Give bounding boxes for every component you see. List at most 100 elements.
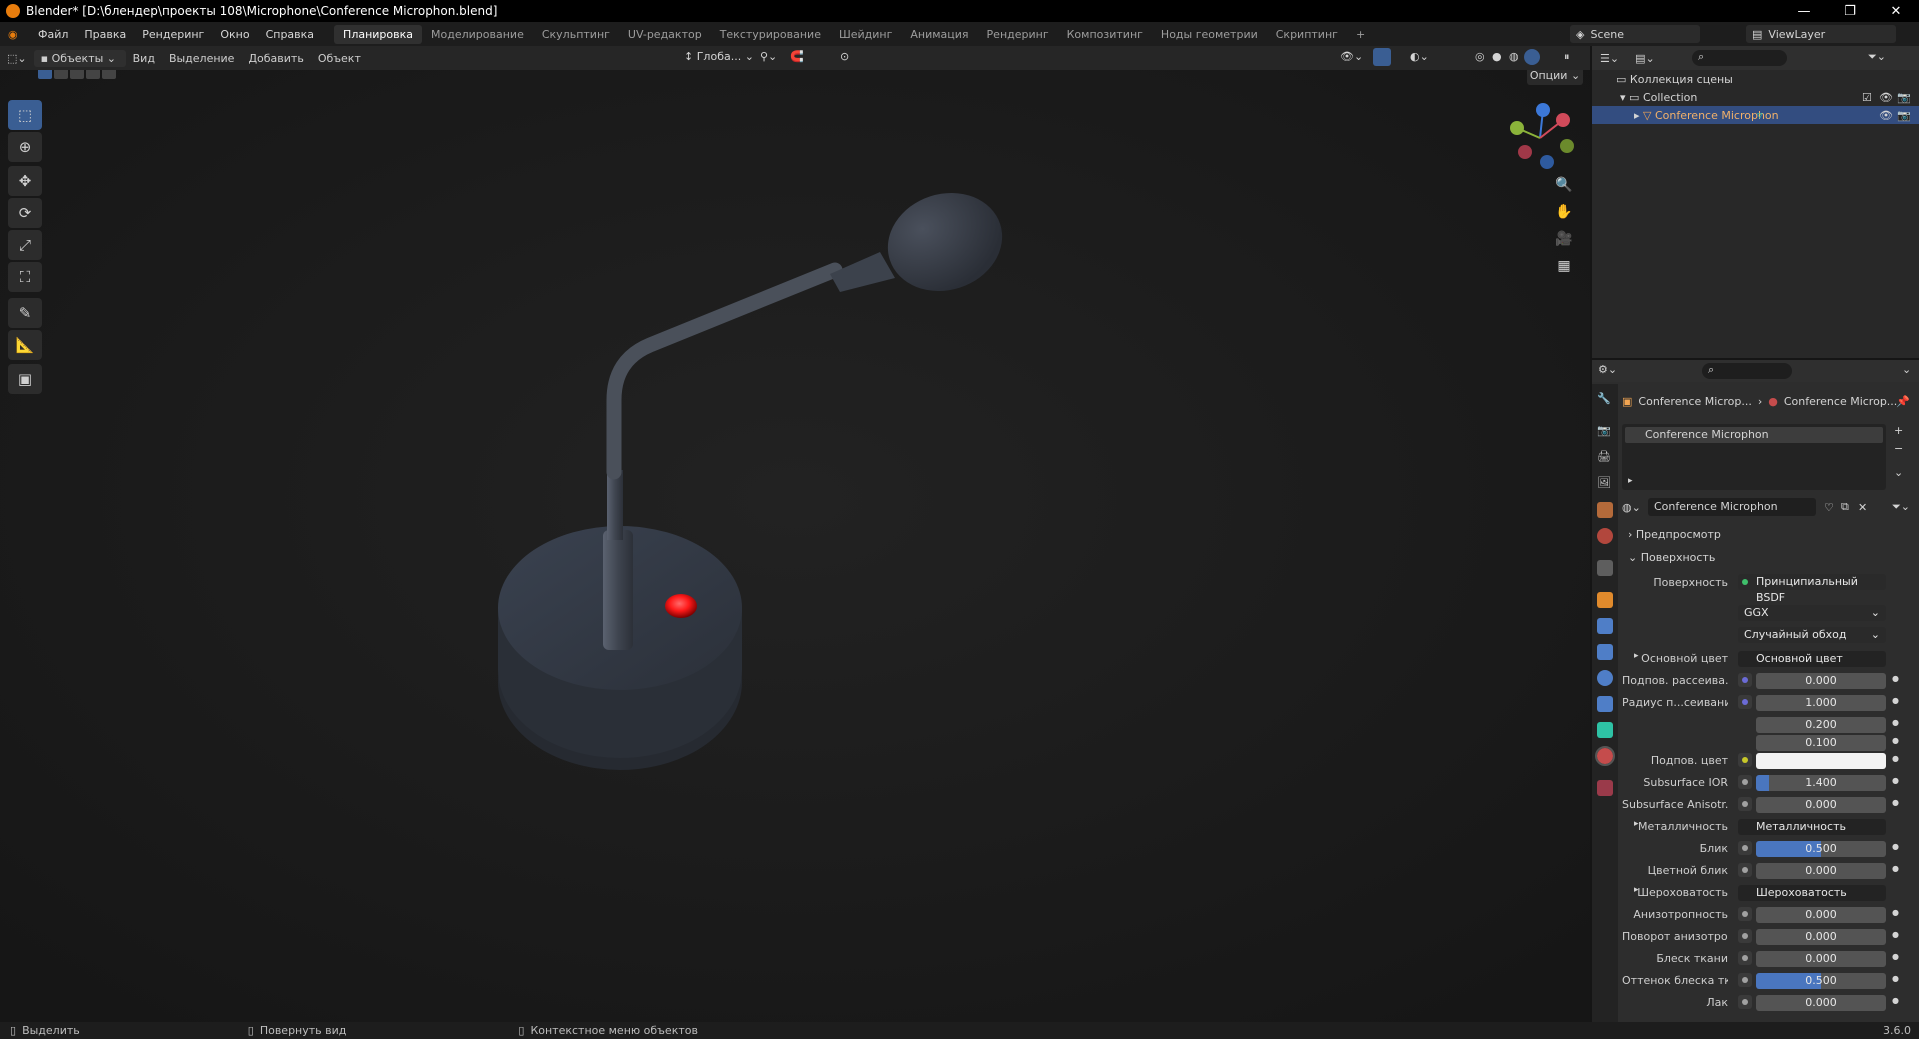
scene-tab-icon[interactable] bbox=[1597, 502, 1613, 518]
camera-view-icon[interactable]: 🎥 bbox=[1552, 227, 1576, 251]
keyframe-dot-icon[interactable]: ● bbox=[1892, 908, 1899, 917]
outliner-row-object[interactable]: ▸ ▽ Conference Microphon ▿ 👁 📷 bbox=[1592, 106, 1919, 124]
outliner-row-collection[interactable]: ▾ ▭ Collection ☑ 👁 📷 bbox=[1592, 88, 1919, 106]
eye-icon[interactable]: 👁 bbox=[1879, 91, 1893, 104]
panel-preview[interactable]: › Предпросмотр bbox=[1622, 526, 1914, 544]
expand-arrow-icon[interactable]: ▾ bbox=[1620, 91, 1626, 104]
number-field[interactable]: 0.200 bbox=[1756, 717, 1886, 733]
menu-render[interactable]: Рендеринг bbox=[134, 28, 212, 41]
number-field[interactable]: 0.000 bbox=[1756, 863, 1886, 879]
menu-object[interactable]: Объект bbox=[311, 50, 368, 67]
input-socket-icon[interactable] bbox=[1738, 907, 1752, 921]
tab-compositing[interactable]: Композитинг bbox=[1058, 25, 1152, 44]
restore-icon[interactable]: ❐ bbox=[1827, 0, 1873, 22]
material-shading-icon[interactable]: ◍ bbox=[1509, 50, 1519, 63]
input-socket-icon[interactable] bbox=[1738, 929, 1752, 943]
input-socket-icon[interactable] bbox=[1738, 797, 1752, 811]
view-layer-tab-icon[interactable]: 🖼 bbox=[1597, 476, 1613, 492]
number-field[interactable]: 0.500 bbox=[1756, 841, 1886, 857]
cursor-tool-icon[interactable]: ⊕ bbox=[8, 132, 42, 162]
proportional-edit-icon[interactable]: ⊙ bbox=[840, 50, 849, 63]
camera-icon[interactable]: 📷 bbox=[1897, 109, 1911, 122]
3d-viewport[interactable]: Опции ⌄ ⬚ ⊕ ✥ ⟳ ⤢ ⛶ ✎ 📐 ▣ 🔍 ✋ 🎥 ▦ bbox=[0, 70, 1590, 1022]
tab-sculpting[interactable]: Скульптинг bbox=[533, 25, 619, 44]
number-field[interactable]: 0.000 bbox=[1756, 797, 1886, 813]
object-tab-icon[interactable] bbox=[1597, 592, 1613, 608]
number-field[interactable]: 0.500 bbox=[1756, 973, 1886, 989]
keyframe-dot-icon[interactable]: ● bbox=[1892, 974, 1899, 983]
constraints-tab-icon[interactable] bbox=[1597, 696, 1613, 712]
tab-geometry-nodes[interactable]: Ноды геометрии bbox=[1152, 25, 1267, 44]
input-socket-icon[interactable] bbox=[1738, 695, 1752, 709]
camera-icon[interactable]: 📷 bbox=[1897, 91, 1911, 104]
texture-tab-icon[interactable] bbox=[1597, 780, 1613, 796]
visibility-icon[interactable]: 👁⌄ bbox=[1340, 50, 1363, 63]
select-invert-icon[interactable] bbox=[86, 70, 100, 79]
material-filter-icon[interactable]: ⏷⌄ bbox=[1892, 500, 1910, 514]
add-workspace-icon[interactable]: + bbox=[1347, 25, 1374, 44]
input-socket-icon[interactable] bbox=[1738, 753, 1752, 767]
close-icon[interactable]: ✕ bbox=[1873, 0, 1919, 22]
pin-icon[interactable]: 📌 bbox=[1896, 395, 1910, 408]
tab-shading[interactable]: Шейдинг bbox=[830, 25, 901, 44]
keyframe-dot-icon[interactable]: ● bbox=[1892, 842, 1899, 851]
editor-type-icon[interactable]: ⬚⌄ bbox=[0, 50, 34, 67]
keyframe-dot-icon[interactable]: ● bbox=[1892, 736, 1899, 745]
select-box-tool-icon[interactable]: ⬚ bbox=[8, 100, 42, 130]
subsurface-method-dropdown[interactable]: Случайный обход ⌄ bbox=[1738, 627, 1886, 643]
tab-animation[interactable]: Анимация bbox=[901, 25, 977, 44]
keyframe-dot-icon[interactable]: ● bbox=[1892, 864, 1899, 873]
scene-selector[interactable]: ◈ Scene bbox=[1570, 25, 1700, 43]
rendered-shading-icon[interactable] bbox=[1524, 49, 1540, 65]
keyframe-dot-icon[interactable]: ● bbox=[1892, 798, 1899, 807]
tab-rendering[interactable]: Рендеринг bbox=[978, 25, 1058, 44]
minimize-icon[interactable]: — bbox=[1781, 0, 1827, 22]
expand-arrow-icon[interactable]: ▸ bbox=[1634, 885, 1639, 895]
menu-view[interactable]: Вид bbox=[126, 50, 162, 67]
number-field[interactable]: 0.000 bbox=[1756, 929, 1886, 945]
surface-shader-field[interactable]: Принципиальный BSDF bbox=[1738, 574, 1886, 604]
measure-tool-icon[interactable]: 📐 bbox=[8, 330, 42, 360]
snap-icon[interactable]: 🧲 bbox=[790, 50, 804, 63]
world-tab-icon[interactable] bbox=[1597, 528, 1613, 544]
expand-arrow-icon[interactable]: ▸ bbox=[1634, 819, 1639, 829]
eye-icon[interactable]: 👁 bbox=[1879, 109, 1893, 122]
keyframe-dot-icon[interactable]: ● bbox=[1892, 754, 1899, 763]
add-cube-tool-icon[interactable]: ▣ bbox=[8, 364, 42, 394]
transform-tool-icon[interactable]: ⛶ bbox=[8, 262, 42, 292]
linked-input-field[interactable]: Основной цвет bbox=[1738, 651, 1886, 667]
linked-input-field[interactable]: Металличность bbox=[1738, 819, 1886, 835]
keyframe-dot-icon[interactable]: ● bbox=[1892, 930, 1899, 939]
number-field[interactable]: 0.000 bbox=[1756, 673, 1886, 689]
number-field[interactable]: 1.400 bbox=[1756, 775, 1886, 791]
tool-tab-icon[interactable]: 🔧 bbox=[1597, 392, 1613, 408]
add-slot-icon[interactable]: + bbox=[1894, 424, 1903, 437]
options-dropdown[interactable]: Опции ⌄ bbox=[1527, 70, 1583, 85]
browse-material-icon[interactable]: ◍⌄ bbox=[1622, 501, 1641, 514]
tab-scripting[interactable]: Скриптинг bbox=[1267, 25, 1347, 44]
properties-search-input[interactable]: ⌕ bbox=[1702, 363, 1792, 379]
pan-hand-icon[interactable]: ✋ bbox=[1552, 200, 1576, 224]
scale-tool-icon[interactable]: ⤢ bbox=[8, 230, 42, 260]
orientation-dropdown[interactable]: ↕ Глоба... ⌄ bbox=[684, 50, 754, 63]
unlink-material-icon[interactable]: ✕ bbox=[1858, 501, 1867, 514]
menu-window[interactable]: Окно bbox=[212, 28, 257, 41]
display-mode-icon[interactable]: ▤⌄ bbox=[1627, 52, 1663, 65]
view-layer-selector[interactable]: ▤ ViewLayer bbox=[1746, 25, 1896, 43]
filter-icon[interactable]: ⏷⌄ bbox=[1868, 50, 1886, 64]
output-tab-icon[interactable]: 🖨 bbox=[1597, 450, 1613, 466]
duplicate-material-icon[interactable]: ⧉ bbox=[1841, 500, 1849, 514]
keyframe-dot-icon[interactable]: ● bbox=[1892, 696, 1899, 705]
overlay-icon[interactable]: ◐⌄ bbox=[1410, 50, 1429, 63]
mic-red-button[interactable] bbox=[665, 594, 697, 618]
solid-shading-icon[interactable]: ● bbox=[1492, 50, 1502, 63]
keyframe-dot-icon[interactable]: ● bbox=[1892, 718, 1899, 727]
keyframe-dot-icon[interactable]: ● bbox=[1892, 952, 1899, 961]
number-field[interactable]: 0.000 bbox=[1756, 951, 1886, 967]
chevron-down-icon[interactable]: ⌄ bbox=[1902, 363, 1911, 376]
keyframe-dot-icon[interactable]: ● bbox=[1892, 776, 1899, 785]
wireframe-shading-icon[interactable]: ◎ bbox=[1475, 50, 1485, 63]
gizmo-toggle-icon[interactable] bbox=[1373, 48, 1391, 66]
outliner-search-input[interactable]: ⌕ bbox=[1692, 50, 1787, 66]
menu-file[interactable]: Файл bbox=[30, 28, 76, 41]
